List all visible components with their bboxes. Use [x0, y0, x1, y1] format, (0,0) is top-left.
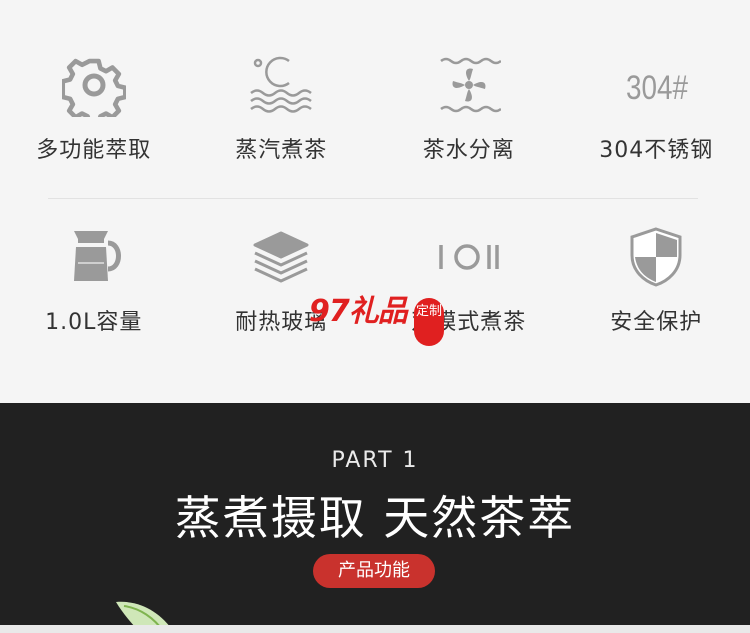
feature-item: 多功能萃取 — [0, 50, 188, 164]
feature-label: 茶水分离 — [422, 138, 515, 163]
feature-label: 1.0L容量 — [45, 310, 143, 335]
banner-headline: 蒸煮摄取 天然茶萃 — [174, 491, 576, 545]
gear-icon — [59, 50, 129, 120]
water-separation-icon — [434, 50, 504, 120]
glass-layers-icon — [246, 222, 316, 292]
watermark-logo: 97礼品 定制 — [309, 286, 449, 352]
feature-label: 蒸汽煮茶 — [235, 138, 328, 163]
kettle-icon — [59, 222, 129, 292]
watermark-text: 97礼品 — [309, 294, 408, 329]
feature-label: 多功能萃取 — [36, 138, 152, 163]
bottom-strip — [0, 625, 750, 633]
feature-item: 蒸汽煮茶 — [188, 50, 376, 164]
feature-label: 安全保护 — [610, 310, 703, 335]
steel-grade-text: 304# — [626, 69, 688, 107]
feature-item: 安全保护 — [563, 222, 750, 336]
watermark-stamp: 定制 — [414, 298, 444, 346]
304-steel-icon: 304# — [621, 50, 691, 120]
shield-icon — [621, 222, 691, 292]
steam-celsius-icon — [246, 50, 316, 120]
feature-row-1: 多功能萃取 蒸汽煮茶 茶水分离 304# 304不锈钢 — [0, 50, 750, 164]
feature-label: 304不锈钢 — [599, 138, 714, 163]
feature-item: 304# 304不锈钢 — [563, 50, 750, 164]
part-label: PART 1 — [331, 448, 419, 473]
row-divider — [48, 198, 698, 199]
feature-item: 1.0L容量 — [0, 222, 188, 336]
features-section: 多功能萃取 蒸汽煮茶 茶水分离 304# 304不锈钢 1.0L容量 耐热玻璃 … — [0, 0, 750, 403]
mode-switch-icon — [434, 222, 504, 292]
product-function-badge: 产品功能 — [313, 554, 435, 588]
feature-item: 茶水分离 — [375, 50, 563, 164]
